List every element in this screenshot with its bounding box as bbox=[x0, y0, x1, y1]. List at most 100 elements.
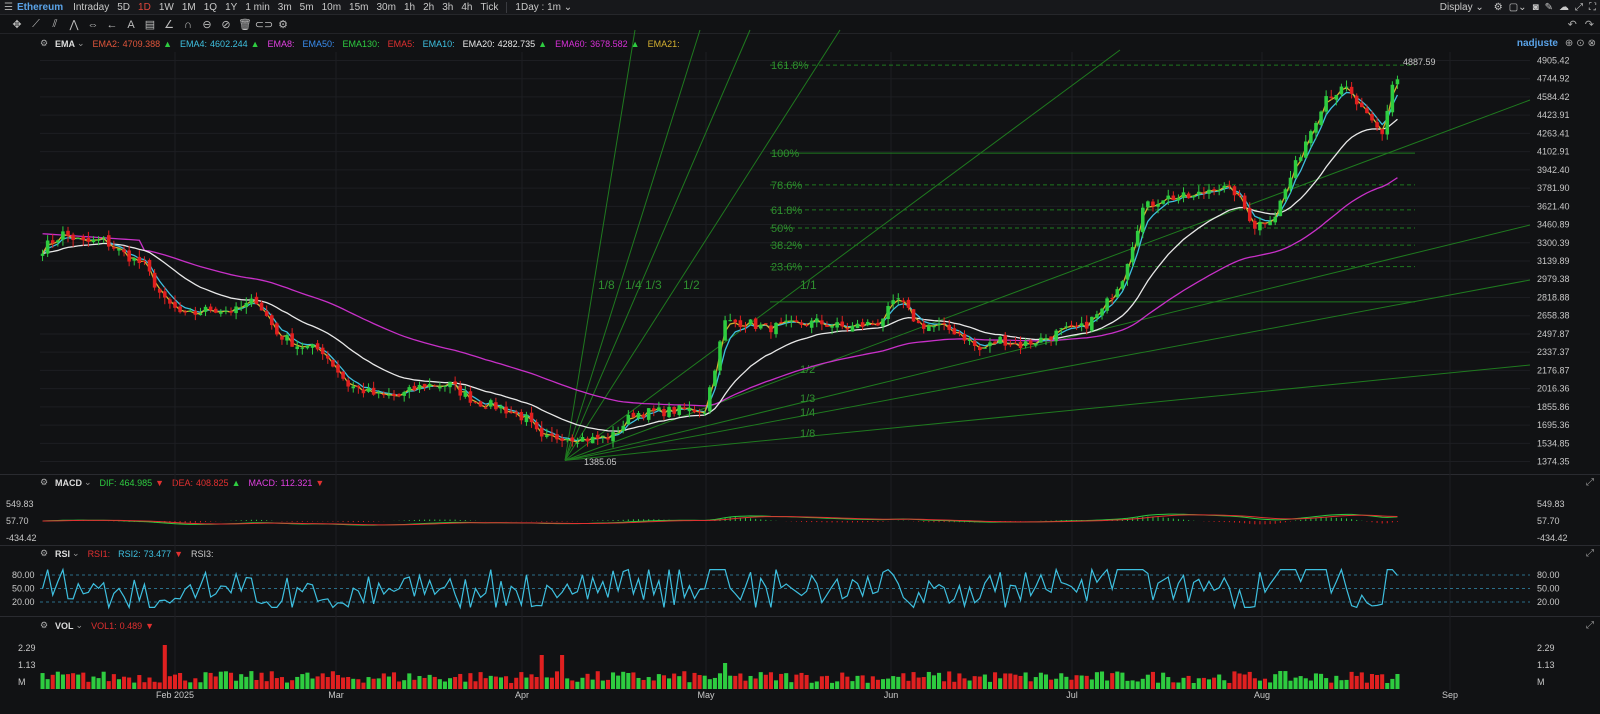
range-1y[interactable]: 1Y bbox=[221, 2, 241, 13]
indicator-settings-icon[interactable]: ⚙ bbox=[40, 620, 51, 631]
chevron-down-icon[interactable]: ⌄ bbox=[84, 477, 92, 488]
interval-30m[interactable]: 30m bbox=[372, 2, 399, 13]
candle-body bbox=[387, 394, 391, 396]
volume-bar bbox=[896, 676, 901, 689]
fullscreen-icon[interactable]: ⤢ bbox=[1575, 2, 1583, 13]
period-select[interactable]: 1Day : 1m ⌄ bbox=[511, 2, 576, 13]
symbol-menu-icon[interactable]: ☰ bbox=[0, 2, 13, 13]
range-5d[interactable]: 5D bbox=[113, 2, 134, 13]
display-button[interactable]: Display ⌄ bbox=[1436, 2, 1488, 13]
interval-1h[interactable]: 1h bbox=[400, 2, 419, 13]
trendline-tool-icon[interactable]: ⟋ bbox=[29, 18, 43, 32]
layout-icon[interactable]: ▢⌄ bbox=[1509, 2, 1527, 13]
volume-bar bbox=[228, 672, 234, 689]
interval-4h[interactable]: 4h bbox=[457, 2, 476, 13]
chevron-down-icon[interactable]: ⌄ bbox=[76, 620, 84, 631]
volume-bar bbox=[1094, 672, 1099, 689]
link-icon[interactable]: ⊂⊃ bbox=[255, 18, 273, 32]
interval-tick[interactable]: Tick bbox=[476, 2, 502, 13]
candle-body bbox=[677, 405, 682, 415]
chart-canvas[interactable]: 1/8 1/4 1/3 1/2 1/11/21/31/41/81385.05 161.8… bbox=[0, 0, 1600, 714]
pane-separator[interactable] bbox=[0, 616, 1600, 617]
macd-tick-label-left: 57.70 bbox=[6, 516, 29, 526]
arrow-tool-icon[interactable]: ← bbox=[105, 18, 119, 32]
maximize-pane-icon[interactable]: ⤢ bbox=[1586, 620, 1594, 631]
indicator-settings-icon[interactable]: ⚙ bbox=[40, 38, 51, 49]
interval-1min[interactable]: 1 min bbox=[241, 2, 273, 13]
rsi-legend: ⚙ RSI ⌄ RSI1: RSI2: 73.477 ▼ RSI3: bbox=[40, 548, 222, 559]
volume-bar bbox=[1079, 675, 1084, 689]
expand-icon[interactable]: ⛶ bbox=[1589, 2, 1596, 13]
volume-bar bbox=[1166, 677, 1171, 689]
username[interactable]: nadjuste bbox=[1517, 38, 1558, 49]
pane-down-icon[interactable]: ⊙ bbox=[1576, 38, 1584, 49]
candle-body bbox=[1161, 200, 1165, 204]
range-1w[interactable]: 1W bbox=[155, 2, 178, 13]
pane-up-icon[interactable]: ⊕ bbox=[1565, 38, 1573, 49]
macd-dea-line bbox=[42, 514, 1398, 526]
redo-icon[interactable]: ↷ bbox=[1585, 18, 1594, 31]
interval-2h[interactable]: 2h bbox=[419, 2, 438, 13]
indicator-settings-icon[interactable]: ⚙ bbox=[40, 477, 51, 488]
candle-body bbox=[575, 442, 580, 444]
range-1d[interactable]: 1D bbox=[134, 2, 155, 13]
indicator-name[interactable]: VOL bbox=[55, 621, 74, 631]
fib-level-label: 100% bbox=[771, 148, 799, 160]
intraday-button[interactable]: Intraday bbox=[69, 2, 113, 13]
settings-gear-icon[interactable]: ⚙ bbox=[1494, 2, 1503, 13]
pane-separator[interactable] bbox=[0, 545, 1600, 546]
vol-tick-label-left: 2.29 bbox=[18, 643, 36, 653]
interval-5m[interactable]: 5m bbox=[296, 2, 318, 13]
interval-15m[interactable]: 15m bbox=[345, 2, 372, 13]
volume-bar bbox=[1150, 671, 1155, 689]
indicator-name[interactable]: EMA bbox=[55, 39, 75, 49]
crosshair-move-icon[interactable]: ✥ bbox=[10, 18, 24, 32]
candle-body bbox=[753, 318, 758, 329]
legend-value: 73.477 bbox=[143, 548, 172, 559]
chevron-down-icon[interactable]: ⌄ bbox=[77, 38, 85, 49]
note-tool-icon[interactable]: ▤ bbox=[143, 18, 157, 32]
channel-tool-icon[interactable]: ⫽ bbox=[48, 18, 62, 32]
candle-body bbox=[489, 400, 493, 407]
zigzag-tool-icon[interactable]: ⋀ bbox=[67, 18, 81, 32]
candle-body bbox=[529, 412, 534, 423]
undo-icon[interactable]: ↶ bbox=[1568, 18, 1577, 31]
maximize-pane-icon[interactable]: ⤢ bbox=[1586, 477, 1594, 488]
divider bbox=[506, 1, 508, 13]
hide-tool-icon[interactable]: ⊘ bbox=[219, 18, 233, 32]
volume-bar bbox=[391, 672, 397, 689]
pane-close-icon[interactable]: ⊗ bbox=[1588, 38, 1596, 49]
interval-10m[interactable]: 10m bbox=[318, 2, 345, 13]
candle-body bbox=[178, 306, 182, 313]
symbol-name[interactable]: Ethereum bbox=[13, 2, 69, 13]
cloud-icon[interactable]: ☁ bbox=[1559, 2, 1569, 13]
magnet-tool-icon[interactable]: ∩ bbox=[181, 18, 195, 32]
cross-tool-icon[interactable]: ⊖ bbox=[200, 18, 214, 32]
time-tick-label: Mar bbox=[328, 690, 344, 700]
candle-body bbox=[764, 323, 768, 325]
maximize-pane-icon[interactable]: ⤢ bbox=[1586, 548, 1594, 559]
pane-separator[interactable] bbox=[0, 474, 1600, 475]
camera-icon[interactable]: ◙ bbox=[1533, 2, 1539, 13]
indicator-settings-icon[interactable]: ⚙ bbox=[40, 548, 51, 559]
text-tool-icon[interactable]: A bbox=[124, 18, 138, 32]
interval-3h[interactable]: 3h bbox=[438, 2, 457, 13]
candle-body bbox=[1242, 195, 1247, 209]
indicator-name[interactable]: MACD bbox=[55, 478, 82, 488]
chevron-down-icon[interactable]: ⌄ bbox=[72, 548, 80, 559]
volume-bar bbox=[779, 673, 784, 689]
pencil-icon[interactable]: ✎ bbox=[1545, 2, 1553, 13]
indicator-name[interactable]: RSI bbox=[55, 549, 70, 559]
price-tick-label: 1374.35 bbox=[1537, 457, 1570, 467]
toolbar-gear-icon[interactable]: ⚙ bbox=[276, 18, 290, 32]
candle-body bbox=[718, 341, 722, 371]
candle-body bbox=[1079, 323, 1084, 326]
interval-3m[interactable]: 3m bbox=[274, 2, 296, 13]
brush-tool-icon[interactable]: ∠ bbox=[162, 18, 176, 32]
measure-tool-icon[interactable]: ⇔ bbox=[86, 18, 100, 32]
candle-body bbox=[524, 414, 529, 423]
range-1q[interactable]: 1Q bbox=[200, 2, 221, 13]
range-1m[interactable]: 1M bbox=[178, 2, 200, 13]
trash-icon[interactable]: 🗑 bbox=[238, 18, 252, 32]
candle-body bbox=[748, 319, 753, 325]
